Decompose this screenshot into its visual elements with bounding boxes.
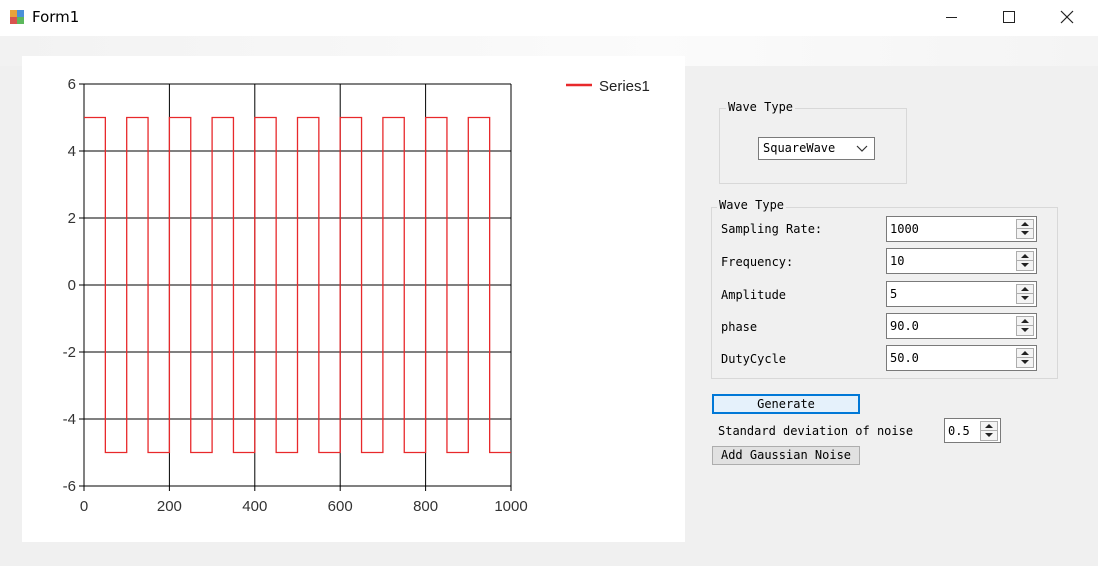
amplitude-value: 5 [890,287,898,301]
sampling-rate-value: 1000 [890,222,919,236]
amplitude-down-button[interactable] [1017,294,1033,303]
phase-label: phase [721,320,758,334]
frequency-down-button[interactable] [1017,261,1033,270]
frequency-up-button[interactable] [1017,252,1033,261]
x-tick-label: 600 [328,498,353,515]
noise-std-value: 0.5 [948,424,970,438]
x-tick-label: 200 [157,498,182,515]
minimize-icon [945,16,957,18]
y-tick-label: -2 [63,344,76,361]
window-title: Form1 [32,8,80,26]
phase-value: 90.0 [890,319,919,333]
generate-button[interactable]: Generate [712,394,860,414]
add-gaussian-noise-button[interactable]: Add Gaussian Noise [712,446,860,465]
parameters-group-title: Wave Type [717,198,787,212]
wave-chart: 0 200 400 600 800 1000 6 4 2 0 -2 -4 -6 Series1 [63,76,650,515]
frequency-input[interactable]: 10 [886,248,1037,274]
y-tick-label: -6 [63,478,76,495]
duty-cycle-input[interactable]: 50.0 [886,345,1037,371]
sampling-rate-label: Sampling Rate: [721,222,823,236]
amplitude-input[interactable]: 5 [886,281,1037,307]
title-bar: Form1 [0,0,1098,36]
duty-cycle-value: 50.0 [890,351,919,365]
sampling-rate-down-button[interactable] [1017,229,1033,238]
minimize-button[interactable] [928,0,974,34]
sampling-rate-up-button[interactable] [1017,220,1033,229]
close-icon [1060,10,1074,24]
chevron-down-icon [856,145,868,152]
amplitude-label: Amplitude [721,288,787,302]
wave-type-group-title: Wave Type [726,100,796,114]
x-tick-label: 400 [242,498,267,515]
amplitude-up-button[interactable] [1017,285,1033,294]
noise-std-down-button[interactable] [981,431,997,440]
y-tick-label: 0 [68,277,76,294]
x-tick-label: 0 [80,498,88,515]
x-tick-label: 800 [413,498,438,515]
wave-type-dropdown[interactable]: SquareWave [758,137,875,160]
x-tick-label: 1000 [494,498,527,515]
phase-up-button[interactable] [1017,317,1033,326]
phase-down-button[interactable] [1017,326,1033,335]
duty-cycle-label: DutyCycle [721,352,787,366]
app-icon[interactable] [10,10,24,24]
y-tick-label: 4 [68,143,76,160]
wave-type-selected: SquareWave [763,141,836,155]
close-button[interactable] [1044,0,1090,34]
noise-std-up-button[interactable] [981,422,997,431]
y-tick-label: 2 [68,210,76,227]
phase-input[interactable]: 90.0 [886,313,1037,339]
y-tick-label: -4 [63,411,76,428]
noise-std-label: Standard deviation of noise [718,424,914,438]
y-tick-label: 6 [68,76,76,93]
chart-panel: 0 200 400 600 800 1000 6 4 2 0 -2 -4 -6 Series1 [22,56,685,542]
frequency-value: 10 [890,254,905,268]
legend-label: Series1 [599,78,650,95]
maximize-icon [1003,11,1015,23]
maximize-button[interactable] [986,0,1032,34]
noise-std-input[interactable]: 0.5 [944,418,1001,443]
series-line-1 [84,116,511,454]
duty-cycle-up-button[interactable] [1017,349,1033,358]
duty-cycle-down-button[interactable] [1017,358,1033,367]
sampling-rate-input[interactable]: 1000 [886,216,1037,242]
frequency-label: Frequency: [721,255,794,269]
